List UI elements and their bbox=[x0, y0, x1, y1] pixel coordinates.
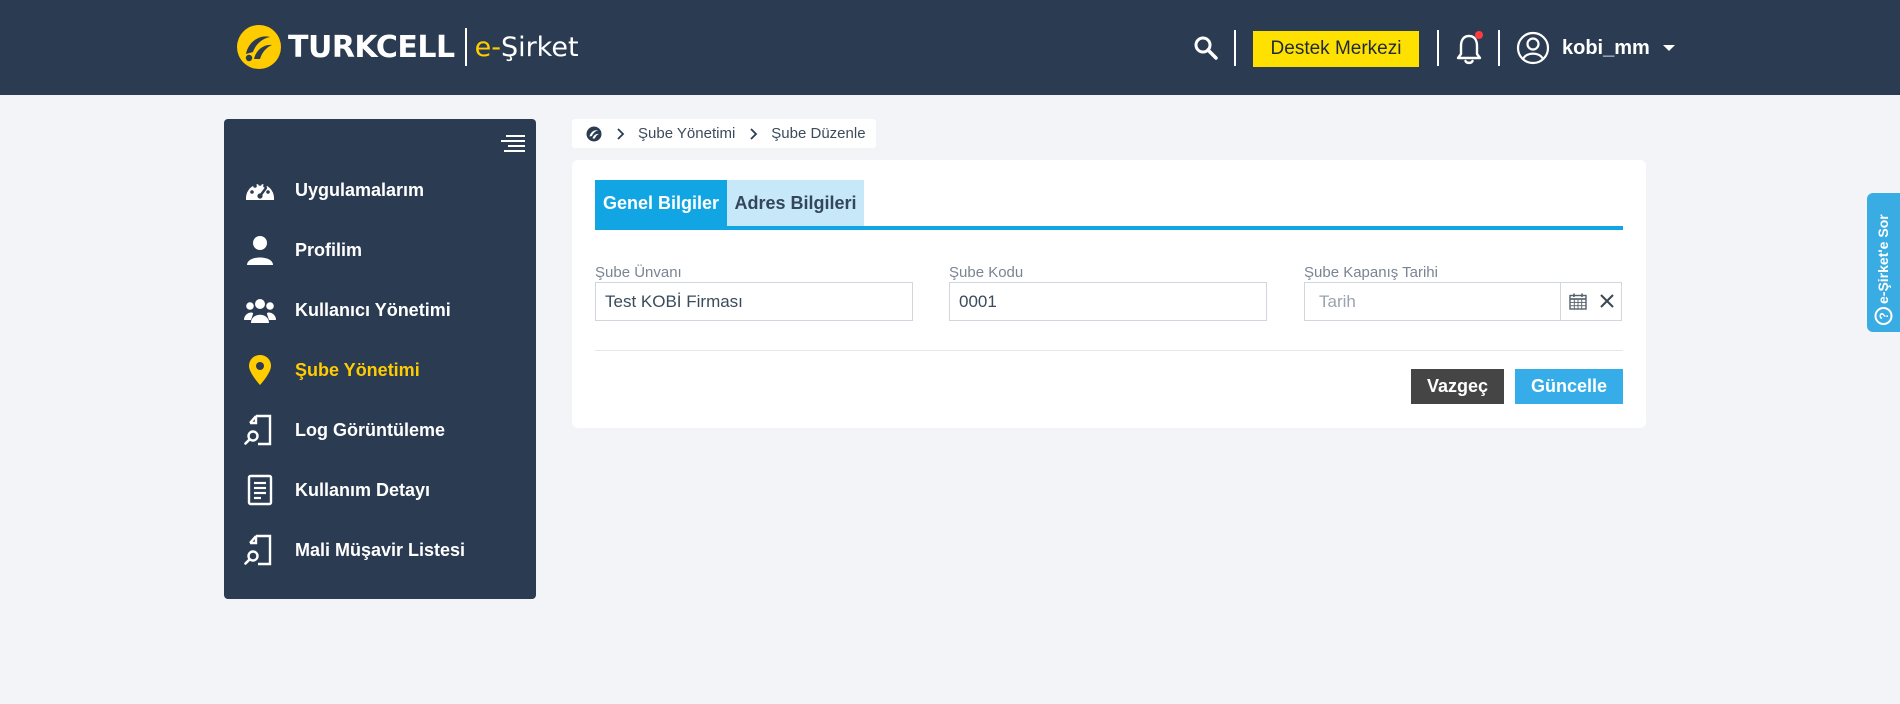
sidebar-item-sube-yonetimi[interactable]: Şube Yönetimi bbox=[224, 340, 536, 400]
user-menu[interactable]: kobi_mm bbox=[1516, 30, 1676, 66]
users-icon bbox=[244, 299, 276, 323]
sidebar-item-label: Şube Yönetimi bbox=[295, 359, 420, 380]
tab-genel-bilgiler[interactable]: Genel Bilgiler bbox=[595, 180, 727, 226]
location-pin-icon bbox=[249, 355, 271, 385]
document-search-icon bbox=[244, 534, 272, 566]
search-icon[interactable] bbox=[1192, 34, 1220, 62]
close-icon[interactable] bbox=[1599, 293, 1615, 309]
ask-tab-label: e-Şirket'e Sor bbox=[1875, 214, 1891, 304]
user-icon bbox=[1516, 31, 1550, 65]
sidebar-item-label: Kullanıcı Yönetimi bbox=[295, 299, 451, 320]
chevron-right-icon bbox=[617, 127, 625, 140]
calendar-icon[interactable] bbox=[1569, 293, 1587, 310]
brand-name: TURKCELL bbox=[288, 29, 455, 65]
product-prefix: e- bbox=[474, 31, 501, 63]
update-button[interactable]: Güncelle bbox=[1515, 369, 1623, 404]
person-icon bbox=[247, 236, 273, 265]
speedometer-icon bbox=[246, 182, 274, 200]
home-logo-icon[interactable] bbox=[586, 126, 602, 142]
sidebar-item-label: Log Görüntüleme bbox=[295, 419, 445, 440]
username: kobi_mm bbox=[1562, 36, 1650, 59]
breadcrumb: Şube Yönetimi Şube Düzenle bbox=[572, 119, 876, 148]
sidebar-item-label: Mali Müşavir Listesi bbox=[295, 539, 466, 560]
branch-code-label: Şube Kodu bbox=[949, 264, 1024, 281]
sidebar-item-log-goruntuleme[interactable]: Log Görüntüleme bbox=[224, 400, 536, 460]
breadcrumb-current: Şube Düzenle bbox=[771, 125, 866, 142]
cancel-button[interactable]: Vazgeç bbox=[1411, 369, 1504, 404]
turkcell-logo-icon bbox=[237, 25, 281, 69]
top-header: TURKCELL e-Şirket Destek Merkezi kobi_mm bbox=[0, 0, 1900, 95]
sidebar-item-label: Uygulamalarım bbox=[295, 179, 425, 200]
svg-text:?: ? bbox=[1877, 312, 1891, 319]
product-name: e-Şirket bbox=[475, 32, 579, 63]
bell-icon[interactable] bbox=[1453, 30, 1485, 66]
header-divider bbox=[1498, 30, 1500, 66]
card-divider bbox=[595, 350, 1623, 351]
ask-e-sirket-tab[interactable]: ? e-Şirket'e Sor bbox=[1867, 193, 1900, 332]
brand-logo[interactable]: TURKCELL e-Şirket bbox=[236, 22, 579, 72]
chevron-right-icon bbox=[750, 127, 758, 140]
ask-tab-content: ? e-Şirket'e Sor bbox=[1874, 214, 1893, 325]
closing-date-input[interactable] bbox=[1305, 283, 1561, 320]
breadcrumb-link[interactable]: Şube Yönetimi bbox=[638, 125, 735, 142]
header-divider bbox=[1437, 30, 1439, 66]
branch-title-input[interactable] bbox=[595, 282, 913, 321]
list-document-icon bbox=[247, 474, 273, 506]
branch-title-label: Şube Ünvanı bbox=[595, 264, 682, 281]
tab-bar: Genel Bilgiler Adres Bilgileri bbox=[595, 180, 1623, 230]
document-search-icon bbox=[244, 414, 272, 446]
sidebar-item-label: Kullanım Detayı bbox=[295, 479, 431, 500]
sidebar-item-kullanim-detayi[interactable]: Kullanım Detayı bbox=[224, 460, 536, 520]
caret-down-icon bbox=[1662, 45, 1675, 51]
logo-separator bbox=[464, 28, 467, 66]
header-divider bbox=[1234, 30, 1236, 66]
branch-edit-card: Genel Bilgiler Adres Bilgileri Şube Ünva… bbox=[572, 160, 1646, 428]
branch-code-input[interactable] bbox=[949, 282, 1267, 321]
sidebar-item-profilim[interactable]: Profilim bbox=[224, 220, 536, 280]
sidebar-item-uygulamalarim[interactable]: Uygulamalarım bbox=[224, 160, 536, 220]
sidebar-item-kullanici-yonetimi[interactable]: Kullanıcı Yönetimi bbox=[224, 280, 536, 340]
menu-toggle-icon[interactable] bbox=[500, 133, 526, 155]
product-name-text: Şirket bbox=[500, 31, 579, 63]
sidebar-item-mali-musavir-listesi[interactable]: Mali Müşavir Listesi bbox=[224, 520, 536, 580]
support-center-button[interactable]: Destek Merkezi bbox=[1253, 31, 1419, 67]
sidebar: Uygulamalarım Profilim Kullanıcı Yönetim… bbox=[224, 119, 536, 599]
tab-adres-bilgileri[interactable]: Adres Bilgileri bbox=[727, 180, 864, 226]
closing-date-label: Şube Kapanış Tarihi bbox=[1304, 264, 1438, 281]
closing-date-picker bbox=[1304, 282, 1622, 321]
sidebar-item-label: Profilim bbox=[295, 239, 363, 260]
notification-dot bbox=[1475, 31, 1483, 39]
